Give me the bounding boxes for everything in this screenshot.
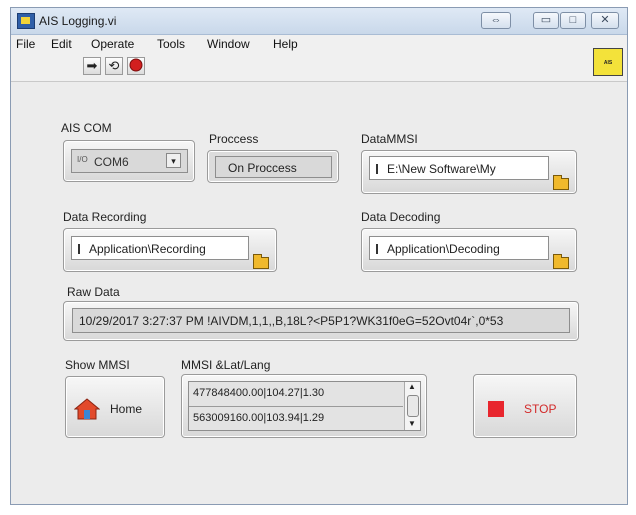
window-title: AIS Logging.vi [39,14,117,28]
datammsi-path-input[interactable]: E:\New Software\My [369,156,549,180]
browse-folder-icon[interactable] [553,254,569,269]
abort-stop-icon[interactable] [127,57,145,75]
menu-file[interactable]: File [16,37,35,51]
raw-data-frame: 10/29/2017 3:27:37 PM !AIVDM,1,1,,B,18L?… [63,301,579,341]
raw-data-label: Raw Data [67,285,120,299]
menu-edit[interactable]: Edit [51,37,72,51]
mmsi-list-label: MMSI &Lat/Lang [181,358,271,372]
data-decoding-path-input[interactable]: Application\Decoding [369,236,549,260]
run-arrow-icon[interactable]: ➡ [83,57,101,75]
browse-folder-icon[interactable] [253,254,269,269]
process-value: On Proccess [228,161,297,175]
path-row: E:\New Software\My [376,162,496,176]
path-icon [376,244,384,254]
data-recording-value: Application\Recording [89,242,206,256]
mmsi-list-frame: 477848400.00|104.27|1.30 563009160.00|10… [181,374,427,438]
list-item-text: 563009160.00|103.94|1.29 [193,412,325,424]
ais-com-label: AIS COM [61,121,112,135]
stop-button-label: STOP [524,402,557,416]
browse-folder-icon[interactable] [553,175,569,190]
minimize-button[interactable]: ▭ [533,12,559,29]
menu-window[interactable]: Window [207,37,250,51]
data-decoding-frame: Application\Decoding [361,228,577,272]
ais-com-frame: I/O COM6 ▾ [63,140,195,182]
raw-data-indicator: 10/29/2017 3:27:37 PM !AIVDM,1,1,,B,18L?… [72,308,570,333]
mmsi-listbox[interactable]: 477848400.00|104.27|1.30 563009160.00|10… [188,381,421,431]
datammsi-frame: E:\New Software\My [361,150,577,194]
home-icon [74,398,100,420]
path-row: Application\Recording [78,242,206,256]
menu-bar: File Edit Operate Tools Window Help [11,35,627,53]
home-button[interactable]: Home [65,376,165,438]
data-recording-path-input[interactable]: Application\Recording [71,236,249,260]
raw-data-value: 10/29/2017 3:27:37 PM !AIVDM,1,1,,B,18L?… [79,314,504,328]
vi-icon-badge: AIS [593,48,623,76]
stop-button[interactable]: STOP [473,374,577,438]
datammsi-label: DataMMSI [361,132,418,146]
data-recording-frame: Application\Recording [63,228,277,272]
menu-operate[interactable]: Operate [91,37,134,51]
data-decoding-value: Application\Decoding [387,242,500,256]
list-item-text: 477848400.00|104.27|1.30 [193,387,325,399]
list-item[interactable]: 477848400.00|104.27|1.30 [189,382,403,407]
datammsi-value: E:\New Software\My [387,162,496,176]
ais-com-value: COM6 [94,155,129,169]
list-scrollbar[interactable]: ▲ ▼ [404,382,420,430]
path-icon [376,164,384,174]
front-panel: AIS COM I/O COM6 ▾ Proccess On Proccess … [11,82,627,504]
labview-app-icon [17,13,35,29]
io-prefix: I/O [77,155,88,164]
ais-com-dropdown[interactable]: I/O COM6 ▾ [71,149,188,173]
close-button[interactable]: ✕ [591,12,619,29]
run-continuous-icon[interactable]: ⟲ [105,57,123,75]
path-icon [78,244,86,254]
process-frame: On Proccess [207,150,339,183]
resize-arrows-icon[interactable]: ⇔ [481,12,511,29]
menu-help[interactable]: Help [273,37,298,51]
show-mmsi-label: Show MMSI [65,358,130,372]
vi-window: AIS Logging.vi ⇔ ▭ □ ✕ File Edit Operate… [10,7,628,505]
data-recording-label: Data Recording [63,210,147,224]
home-button-label: Home [110,402,143,416]
chevron-down-icon[interactable]: ▾ [166,153,181,168]
toolbar: ➡ ⟲ [11,53,627,82]
process-label: Proccess [209,132,259,146]
menu-tools[interactable]: Tools [157,37,185,51]
process-indicator: On Proccess [215,156,332,178]
maximize-button[interactable]: □ [560,12,586,29]
data-decoding-label: Data Decoding [361,210,441,224]
title-bar: AIS Logging.vi ⇔ ▭ □ ✕ [11,8,627,35]
scroll-thumb[interactable] [407,395,419,417]
list-item[interactable]: 563009160.00|103.94|1.29 [189,407,403,430]
path-row: Application\Decoding [376,242,500,256]
scroll-up-icon[interactable]: ▲ [408,382,416,391]
scroll-down-icon[interactable]: ▼ [408,419,416,428]
stop-square-icon [488,401,504,417]
